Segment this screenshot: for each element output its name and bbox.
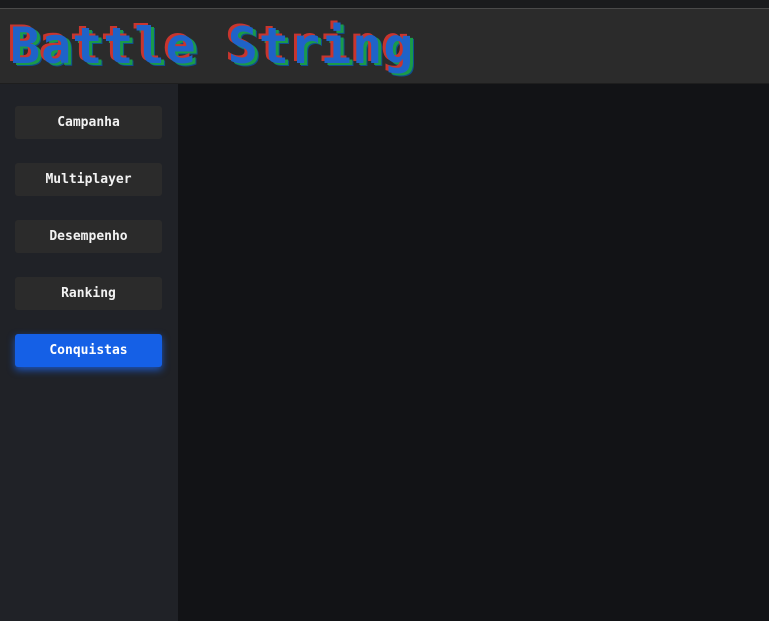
multiplayer-button[interactable]: Multiplayer [15,163,162,196]
ranking-button[interactable]: Ranking [15,277,162,310]
game-logo: Battle String [10,17,415,75]
app-header: Battle String [0,9,769,84]
conquistas-button[interactable]: Conquistas [15,334,162,367]
desempenho-button[interactable]: Desempenho [15,220,162,253]
sidebar-menu: Campanha Multiplayer Desempenho Ranking … [0,84,178,621]
window-top-bar [0,0,769,9]
campanha-button[interactable]: Campanha [15,106,162,139]
main-content-area [178,84,769,621]
